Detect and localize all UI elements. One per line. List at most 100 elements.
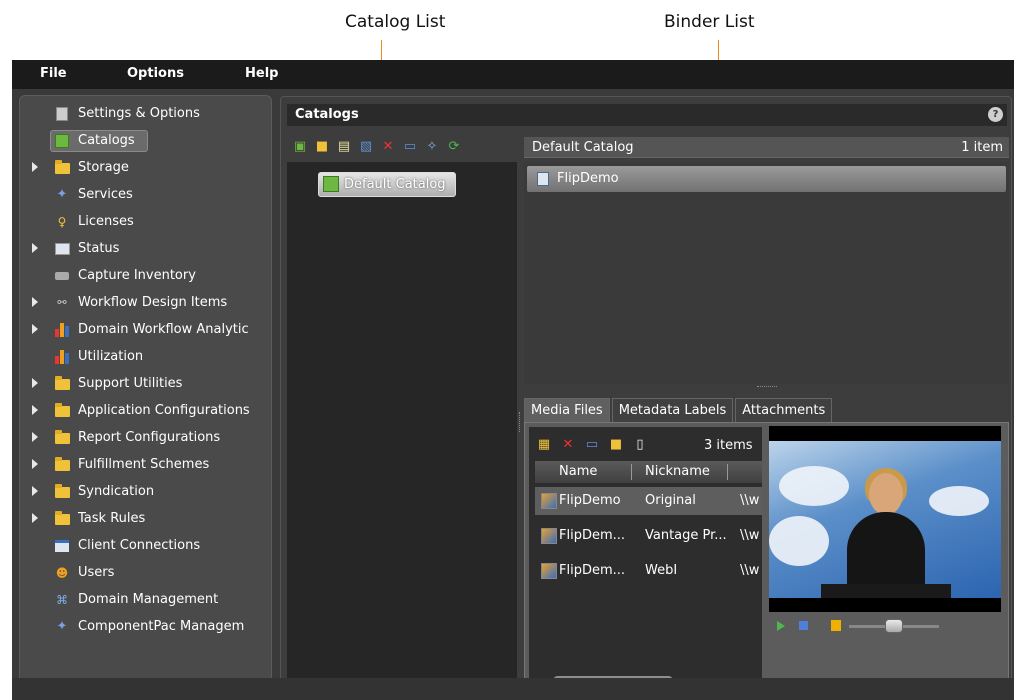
expand-arrow-icon[interactable] <box>32 243 38 253</box>
sidebar-item-domain-management[interactable]: ⌘ Domain Management <box>20 588 271 612</box>
folder-icon <box>54 484 70 499</box>
sidebar-item-domain-workflow-analytic[interactable]: Domain Workflow Analytic <box>20 318 271 342</box>
menu-options[interactable]: Options <box>127 66 184 81</box>
new-catalog-icon[interactable]: ▣ <box>291 137 309 155</box>
sidebar-item-support-utilities[interactable]: Support Utilities <box>20 372 271 396</box>
tab-attachments[interactable]: Attachments <box>735 398 833 422</box>
tab-media-files[interactable]: Media Files <box>524 398 610 422</box>
rename-media-icon[interactable]: ▭ <box>583 435 601 453</box>
video-person-head <box>869 473 903 515</box>
rename-icon[interactable]: ▭ <box>401 137 419 155</box>
sidebar-item-client-connections[interactable]: Client Connections <box>20 534 271 558</box>
expand-arrow-icon[interactable] <box>32 297 38 307</box>
sidebar-item-syndication[interactable]: Syndication <box>20 480 271 504</box>
folder-icon <box>54 376 70 391</box>
sidebar-item-label: Services <box>78 187 133 202</box>
sidebar-item-status[interactable]: Status <box>20 237 271 261</box>
binder-icon <box>537 172 549 186</box>
settings-icon <box>54 106 70 121</box>
expand-arrow-icon[interactable] <box>32 378 38 388</box>
folder-icon <box>54 403 70 418</box>
page-title: Catalogs <box>295 107 359 122</box>
delete-icon[interactable]: ✕ <box>379 137 397 155</box>
sidebar-nav: Settings & Options Catalogs Storage ✦ Se… <box>19 95 272 698</box>
cell-path: \\w <box>740 493 760 508</box>
open-folder-icon[interactable]: ■ <box>607 435 625 453</box>
menu-help[interactable]: Help <box>245 66 278 81</box>
table-row[interactable]: FlipDem... WebI \\w <box>535 557 762 585</box>
open-folder-icon[interactable]: ■ <box>313 137 331 155</box>
column-separator[interactable] <box>631 464 632 480</box>
magic-icon[interactable]: ✧ <box>423 137 441 155</box>
catalogs-icon <box>54 133 70 148</box>
expand-arrow-icon[interactable] <box>32 513 38 523</box>
volume-slider-knob[interactable] <box>885 619 903 633</box>
sidebar-item-task-rules[interactable]: Task Rules <box>20 507 271 531</box>
tab-metadata-labels[interactable]: Metadata Labels <box>611 398 734 422</box>
services-icon: ✦ <box>56 619 68 634</box>
chart-icon <box>54 241 70 256</box>
import-icon[interactable]: ▧ <box>357 137 375 155</box>
sidebar-item-catalogs[interactable]: Catalogs <box>20 129 271 153</box>
sidebar-item-application-configurations[interactable]: Application Configurations <box>20 399 271 423</box>
bars-icon <box>54 322 70 337</box>
expand-arrow-icon[interactable] <box>32 459 38 469</box>
sidebar-item-label: Client Connections <box>78 538 201 553</box>
add-media-icon[interactable]: ▦ <box>535 435 553 453</box>
sidebar-item-label: Catalogs <box>78 133 135 148</box>
bars-icon <box>54 349 70 364</box>
binder-list: FlipDemo <box>524 162 1009 384</box>
binder-header: Default Catalog 1 item <box>524 137 1009 158</box>
volume-icon[interactable] <box>831 620 841 631</box>
workflow-icon: ⚯ <box>57 296 67 309</box>
delete-media-icon[interactable]: ✕ <box>559 435 577 453</box>
sidebar-item-storage[interactable]: Storage <box>20 156 271 180</box>
sidebar-item-services[interactable]: ✦ Services <box>20 183 271 207</box>
refresh-icon[interactable]: ⟳ <box>445 137 463 155</box>
video-cloud <box>929 486 989 516</box>
help-button[interactable]: ? <box>988 107 1003 122</box>
media-file-icon <box>541 528 557 544</box>
expand-arrow-icon[interactable] <box>32 162 38 172</box>
sidebar-item-licenses[interactable]: ♀ Licenses <box>20 210 271 234</box>
stop-icon[interactable] <box>799 621 808 630</box>
play-icon[interactable] <box>777 621 785 631</box>
column-separator[interactable] <box>727 464 728 480</box>
sidebar-item-label: Storage <box>78 160 129 175</box>
status-bar <box>12 678 1014 700</box>
sidebar-item-label: Utilization <box>78 349 144 364</box>
services-icon: ✦ <box>56 187 68 202</box>
sidebar-item-label: Licenses <box>78 214 134 229</box>
sidebar-item-users[interactable]: ☻ Users <box>20 561 271 585</box>
table-row[interactable]: FlipDem... Vantage Pr... \\w <box>535 522 762 550</box>
expand-arrow-icon[interactable] <box>32 324 38 334</box>
cell-path: \\w <box>740 563 760 578</box>
sidebar-item-fulfillment-schemes[interactable]: Fulfillment Schemes <box>20 453 271 477</box>
cell-name: FlipDem... <box>559 528 626 543</box>
cell-nickname: Original <box>645 493 696 508</box>
table-row[interactable]: FlipDemo Original \\w <box>535 487 762 515</box>
sidebar-item-capture-inventory[interactable]: Capture Inventory <box>20 264 271 288</box>
sidebar-item-settings-options[interactable]: Settings & Options <box>20 102 271 126</box>
sidebar-item-componentpac-management[interactable]: ✦ ComponentPac Managem <box>20 615 271 639</box>
splitter-horizontal[interactable] <box>757 386 777 390</box>
catalog-item-default[interactable]: Default Catalog <box>318 172 456 197</box>
sidebar-item-workflow-design-items[interactable]: ⚯ Workflow Design Items <box>20 291 271 315</box>
column-header-nickname[interactable]: Nickname <box>645 464 710 479</box>
network-icon: ⌘ <box>56 592 68 607</box>
edit-icon[interactable]: ▤ <box>335 137 353 155</box>
media-files-panel: ▦ ✕ ▭ ■ ▯ 3 items Name Nickname FlipDemo <box>524 422 1009 694</box>
media-count: 3 items <box>704 438 753 453</box>
document-icon[interactable]: ▯ <box>631 435 649 453</box>
sidebar-item-utilization[interactable]: Utilization <box>20 345 271 369</box>
catalogs-panel: Catalogs ? ▣ ■ ▤ ▧ ✕ ▭ ✧ ⟳ Default Catal… <box>280 96 1012 698</box>
key-icon: ♀ <box>57 214 67 229</box>
expand-arrow-icon[interactable] <box>32 432 38 442</box>
menu-file[interactable]: File <box>40 66 67 81</box>
binder-item-flipdemo[interactable]: FlipDemo <box>527 166 1006 192</box>
expand-arrow-icon[interactable] <box>32 405 38 415</box>
column-header-name[interactable]: Name <box>559 464 597 479</box>
sidebar-item-report-configurations[interactable]: Report Configurations <box>20 426 271 450</box>
splitter-vertical[interactable] <box>519 412 523 432</box>
expand-arrow-icon[interactable] <box>32 486 38 496</box>
